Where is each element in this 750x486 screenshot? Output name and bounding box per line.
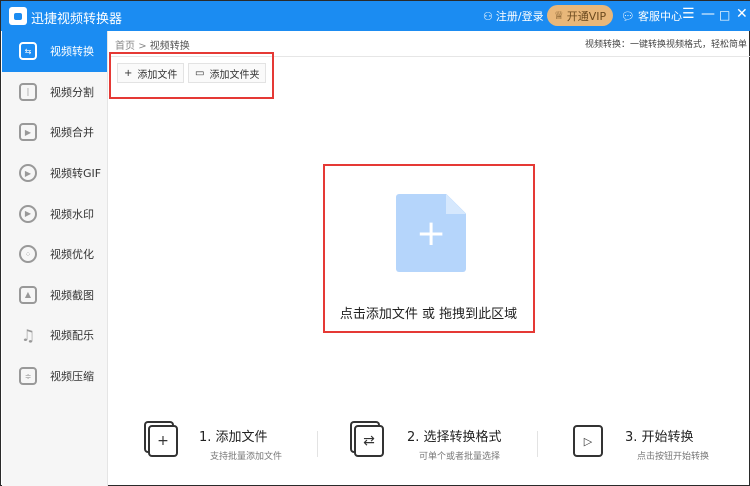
app-title: 迅捷视频转换器 [31,12,123,27]
plus-icon: + [124,67,133,79]
service-label: 客服中心 [637,10,682,23]
close-button[interactable]: ✕ [736,6,748,22]
vip-label: 开通VIP [566,9,607,23]
breadcrumb-separator: > [138,41,147,52]
add-file-button[interactable]: + 添加文件 [117,63,185,83]
sidebar-item-label: 视频截图 [50,288,94,302]
sidebar-item-compress[interactable]: ≑ 视频压缩 [2,356,107,397]
convert-icon: ⇆ [19,42,37,61]
menu-icon[interactable]: ☰ [682,6,695,22]
merge-icon: ▶ [19,123,37,142]
sidebar-item-label: 视频配乐 [50,329,94,343]
login-button[interactable]: ⚇ 注册/登录 [483,8,544,24]
sidebar-item-label: 视频压缩 [50,370,94,384]
screenshot-icon: ▲ [19,285,37,304]
sidebar-item-split[interactable]: | 视频分割 [2,72,107,113]
sidebar-item-optimize[interactable]: ⁘ 视频优化 [2,234,107,275]
breadcrumb: 首页 > 视频转换 [115,37,190,52]
maximize-button[interactable]: □ [719,8,730,22]
breadcrumb-current: 视频转换 [149,41,190,52]
compress-icon: ≑ [19,367,37,386]
step-subtitle: 点击按钮开始转换 [637,452,710,462]
sidebar-item-label: 视频分割 [50,85,94,99]
sidebar-item-label: 视频转换 [50,45,94,59]
divider [537,431,538,457]
step-title: 1. 添加文件 [199,430,268,445]
step-subtitle: 支持批量添加文件 [210,452,283,462]
minimize-button[interactable]: — [701,6,715,22]
user-icon: ⚇ [483,9,493,23]
sidebar-item-label: 视频优化 [50,248,94,262]
divider [317,431,318,457]
title-bar: 迅捷视频转换器 ⚇ 注册/登录 ♕ 开通VIP 💬︎ 客服中心 ☰ — □ ✕ [1,1,750,31]
sidebar-item-label: 视频转GIF [50,167,102,181]
optimize-icon: ⁘ [19,245,37,264]
sidebar-item-music[interactable]: ♫ 视频配乐 [2,315,107,356]
sidebar-item-label: 视频水印 [50,207,94,221]
folder-icon: ▭ [195,67,205,79]
sidebar-item-screenshot[interactable]: ▲ 视频截图 [2,275,107,316]
service-button[interactable]: 💬︎ 客服中心 [621,8,682,24]
login-label: 注册/登录 [495,10,544,23]
step-title: 2. 选择转换格式 [407,430,502,445]
sidebar-item-merge[interactable]: ▶ 视频合并 [2,112,107,153]
dropzone-text: 点击添加文件 或 拖拽到此区域 [339,307,518,322]
clapperboard-icon: ▷ [573,425,603,457]
split-icon: | [19,82,37,101]
breadcrumb-home[interactable]: 首页 [115,41,135,52]
add-file-label: 添加文件 [137,69,178,81]
sidebar-item-label: 视频合并 [50,126,94,140]
sidebar-item-watermark[interactable]: ▶ 视频水印 [2,193,107,234]
add-folder-label: 添加文件夹 [209,69,260,81]
app-window: 迅捷视频转换器 ⚇ 注册/登录 ♕ 开通VIP 💬︎ 客服中心 ☰ — □ ✕ ⇆ 视频… [0,0,750,486]
step-subtitle: 可单个或者批量选择 [419,452,501,462]
app-logo-icon [9,7,27,25]
sidebar: ⇆ 视频转换 | 视频分割 ▶ 视频合并 ▶ 视频转GIF ▶ 视频水印 ⁘ 视频优化 ▲ 视… [2,31,108,486]
sidebar-item-gif[interactable]: ▶ 视频转GIF [2,153,107,194]
add-folder-button[interactable]: ▭ 添加文件夹 [188,63,267,83]
gif-icon: ▶ [19,164,37,183]
chat-icon: 💬︎ [621,9,635,23]
watermark-icon: ▶ [19,204,37,223]
convert-format-step-icon: ⇄ [354,425,384,457]
plus-icon: + [416,213,447,254]
step-title: 3. 开始转换 [625,430,694,445]
crown-icon: ♕ [553,9,564,22]
add-files-step-icon: + [148,425,178,457]
vip-button[interactable]: ♕ 开通VIP [547,5,613,26]
page-description: 视频转换：一键转换视频格式，轻松简单 [584,40,747,50]
sidebar-item-convert[interactable]: ⇆ 视频转换 [2,31,107,72]
music-icon: ♫ [20,325,36,345]
